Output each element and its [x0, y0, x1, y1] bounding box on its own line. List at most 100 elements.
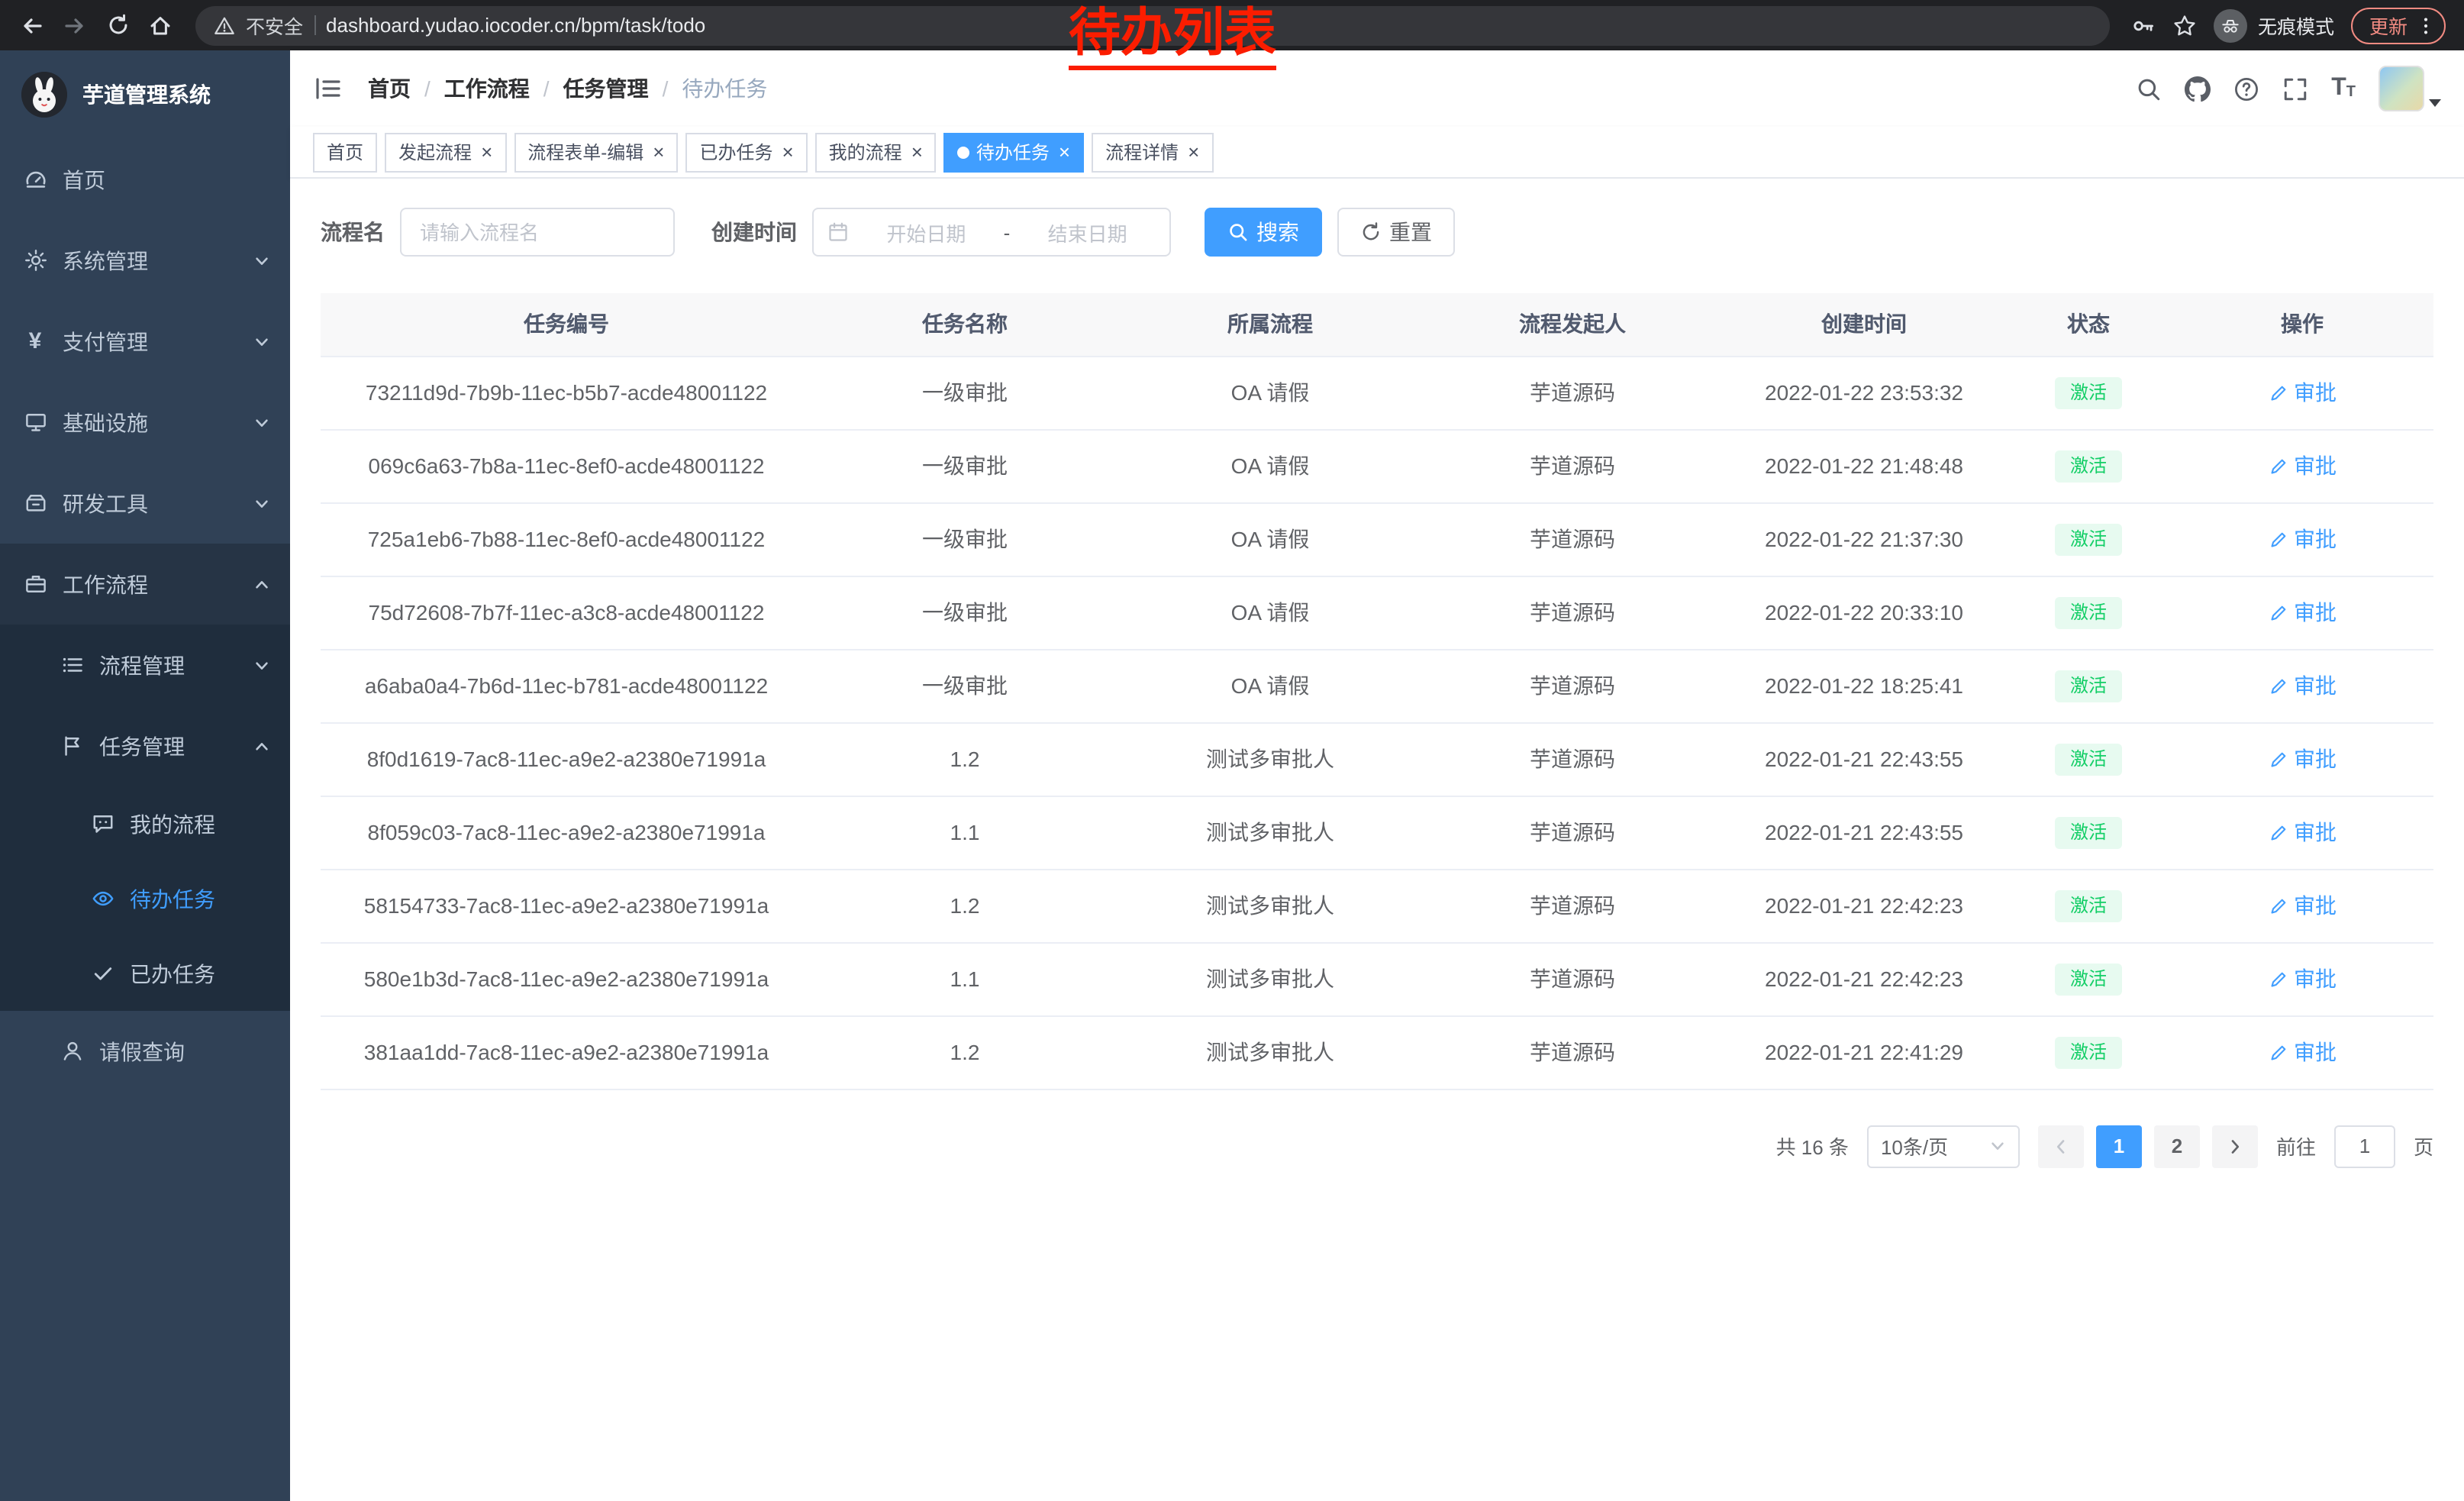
approve-link[interactable]: 审批: [2268, 964, 2337, 994]
calendar-icon: [827, 221, 849, 243]
cell-task-id: 73211d9d-7b9b-11ec-b5b7-acde48001122: [321, 356, 812, 429]
breadcrumb-task-mgmt[interactable]: 任务管理: [563, 73, 649, 104]
approve-link[interactable]: 审批: [2268, 1037, 2337, 1067]
sidebar-item-process-mgmt[interactable]: 流程管理: [0, 625, 290, 705]
sidebar-item-system[interactable]: 系统管理: [0, 220, 290, 301]
sidebar-item-label: 请假查询: [99, 1036, 269, 1067]
breadcrumb-workflow[interactable]: 工作流程: [444, 73, 530, 104]
sidebar-item-todo-tasks[interactable]: 待办任务: [0, 861, 290, 936]
app-window: 芋道管理系统 首页 系统管理 ¥ 支付管理: [0, 50, 2464, 1501]
page-button-1[interactable]: 1: [2096, 1125, 2142, 1167]
cell-starter: 芋道源码: [1423, 722, 1722, 796]
approve-link[interactable]: 审批: [2268, 890, 2337, 921]
col-status: 状态: [2006, 293, 2171, 356]
close-icon[interactable]: ×: [911, 142, 923, 162]
approve-link[interactable]: 审批: [2268, 377, 2337, 408]
chevron-down-icon: [253, 495, 270, 512]
cell-created: 2022-01-22 20:33:10: [1722, 576, 2006, 649]
help-icon[interactable]: [2233, 76, 2259, 102]
approve-link[interactable]: 审批: [2268, 817, 2337, 847]
eye-icon: [89, 887, 116, 910]
home-button[interactable]: [140, 5, 180, 45]
status-badge: 激活: [2055, 376, 2122, 408]
sidebar-item-my-process[interactable]: 我的流程: [0, 786, 290, 861]
cell-status: 激活: [2006, 796, 2171, 869]
more-icon: [2415, 15, 2437, 36]
sidebar-item-label: 流程管理: [99, 650, 269, 680]
forward-button[interactable]: [55, 5, 95, 45]
approve-link[interactable]: 审批: [2268, 670, 2337, 701]
status-badge: 激活: [2055, 1036, 2122, 1068]
cell-task-id: 069c6a63-7b8a-11ec-8ef0-acde48001122: [321, 429, 812, 502]
tab-home[interactable]: 首页: [313, 132, 377, 172]
tab-process-detail[interactable]: 流程详情×: [1092, 132, 1213, 172]
back-button[interactable]: [12, 5, 52, 45]
user-menu[interactable]: [2379, 66, 2441, 111]
table-row: 069c6a63-7b8a-11ec-8ef0-acde48001122 一级审…: [321, 429, 2433, 502]
bookmark-star-icon[interactable]: [2172, 13, 2197, 37]
key-icon[interactable]: [2131, 13, 2156, 37]
approve-link[interactable]: 审批: [2268, 524, 2337, 554]
refresh-button[interactable]: [98, 5, 137, 45]
approve-link[interactable]: 审批: [2268, 450, 2337, 481]
sidebar-menu: 首页 系统管理 ¥ 支付管理 基础设施: [0, 139, 290, 1092]
navbar-actions: TT: [2136, 66, 2441, 111]
github-icon[interactable]: [2185, 76, 2211, 102]
reset-button[interactable]: 重置: [1337, 208, 1455, 257]
breadcrumb-home[interactable]: 首页: [368, 73, 411, 104]
table-row: a6aba0a4-7b6d-11ec-b781-acde48001122 一级审…: [321, 649, 2433, 722]
tab-label: 待办任务: [976, 139, 1050, 165]
update-label: 更新: [2369, 11, 2408, 40]
close-icon[interactable]: ×: [1188, 142, 1199, 162]
sidebar-item-infrastructure[interactable]: 基础设施: [0, 382, 290, 463]
sidebar-item-done-tasks[interactable]: 已办任务: [0, 936, 290, 1011]
sidebar-item-task-mgmt[interactable]: 任务管理: [0, 705, 290, 786]
goto-page-input[interactable]: [2334, 1125, 2395, 1167]
page-buttons: 1 2: [2038, 1125, 2258, 1167]
sidebar-item-workflow[interactable]: 工作流程: [0, 544, 290, 625]
next-page-button[interactable]: [2212, 1125, 2258, 1167]
search-icon[interactable]: [2136, 76, 2162, 102]
prev-page-button[interactable]: [2038, 1125, 2084, 1167]
fullscreen-icon[interactable]: [2282, 76, 2308, 102]
approve-link[interactable]: 审批: [2268, 744, 2337, 774]
tab-my-process[interactable]: 我的流程×: [815, 132, 937, 172]
app-logo-row[interactable]: 芋道管理系统: [0, 50, 290, 139]
cell-created: 2022-01-21 22:42:23: [1722, 942, 2006, 1015]
cell-process: 测试多审批人: [1118, 722, 1423, 796]
close-icon[interactable]: ×: [782, 142, 793, 162]
approve-link[interactable]: 审批: [2268, 597, 2337, 628]
tab-done-tasks[interactable]: 已办任务×: [685, 132, 807, 172]
tab-form-edit[interactable]: 流程表单-编辑×: [514, 132, 678, 172]
cell-task-id: 75d72608-7b7f-11ec-a3c8-acde48001122: [321, 576, 812, 649]
page-size-select[interactable]: 10条/页: [1867, 1125, 2020, 1167]
hamburger-button[interactable]: [313, 73, 343, 104]
navbar: 首页 / 工作流程 / 任务管理 / 待办任务 TT: [290, 50, 2464, 127]
font-size-icon[interactable]: TT: [2331, 76, 2356, 101]
sidebar-item-devtools[interactable]: 研发工具: [0, 463, 290, 544]
security-label: 不安全: [246, 11, 303, 40]
forward-icon: [63, 13, 87, 37]
sidebar-item-home[interactable]: 首页: [0, 139, 290, 220]
date-range-picker[interactable]: 开始日期 - 结束日期: [812, 208, 1171, 257]
cell-task-name: 一级审批: [812, 649, 1118, 722]
update-menu-button[interactable]: 更新: [2351, 7, 2446, 44]
search-button[interactable]: 搜索: [1205, 208, 1322, 257]
tab-todo-tasks[interactable]: 待办任务 ×: [944, 132, 1084, 172]
breadcrumb-separator: /: [424, 76, 431, 101]
tab-start-process[interactable]: 发起流程×: [385, 132, 506, 172]
refresh-icon: [106, 14, 129, 37]
close-icon[interactable]: ×: [481, 142, 492, 162]
table-row: 75d72608-7b7f-11ec-a3c8-acde48001122 一级审…: [321, 576, 2433, 649]
cell-status: 激活: [2006, 649, 2171, 722]
sidebar-item-leave-query[interactable]: 请假查询: [0, 1011, 290, 1092]
close-icon[interactable]: ×: [1059, 142, 1070, 162]
cell-created: 2022-01-22 21:48:48: [1722, 429, 2006, 502]
process-name-input[interactable]: [400, 208, 675, 257]
app-title: 芋道管理系统: [82, 79, 211, 110]
sidebar-item-payment[interactable]: ¥ 支付管理: [0, 301, 290, 382]
chevron-down-icon: [1989, 1138, 2006, 1154]
page-button-2[interactable]: 2: [2154, 1125, 2200, 1167]
close-icon[interactable]: ×: [653, 142, 664, 162]
cell-action: 审批: [2171, 356, 2433, 429]
